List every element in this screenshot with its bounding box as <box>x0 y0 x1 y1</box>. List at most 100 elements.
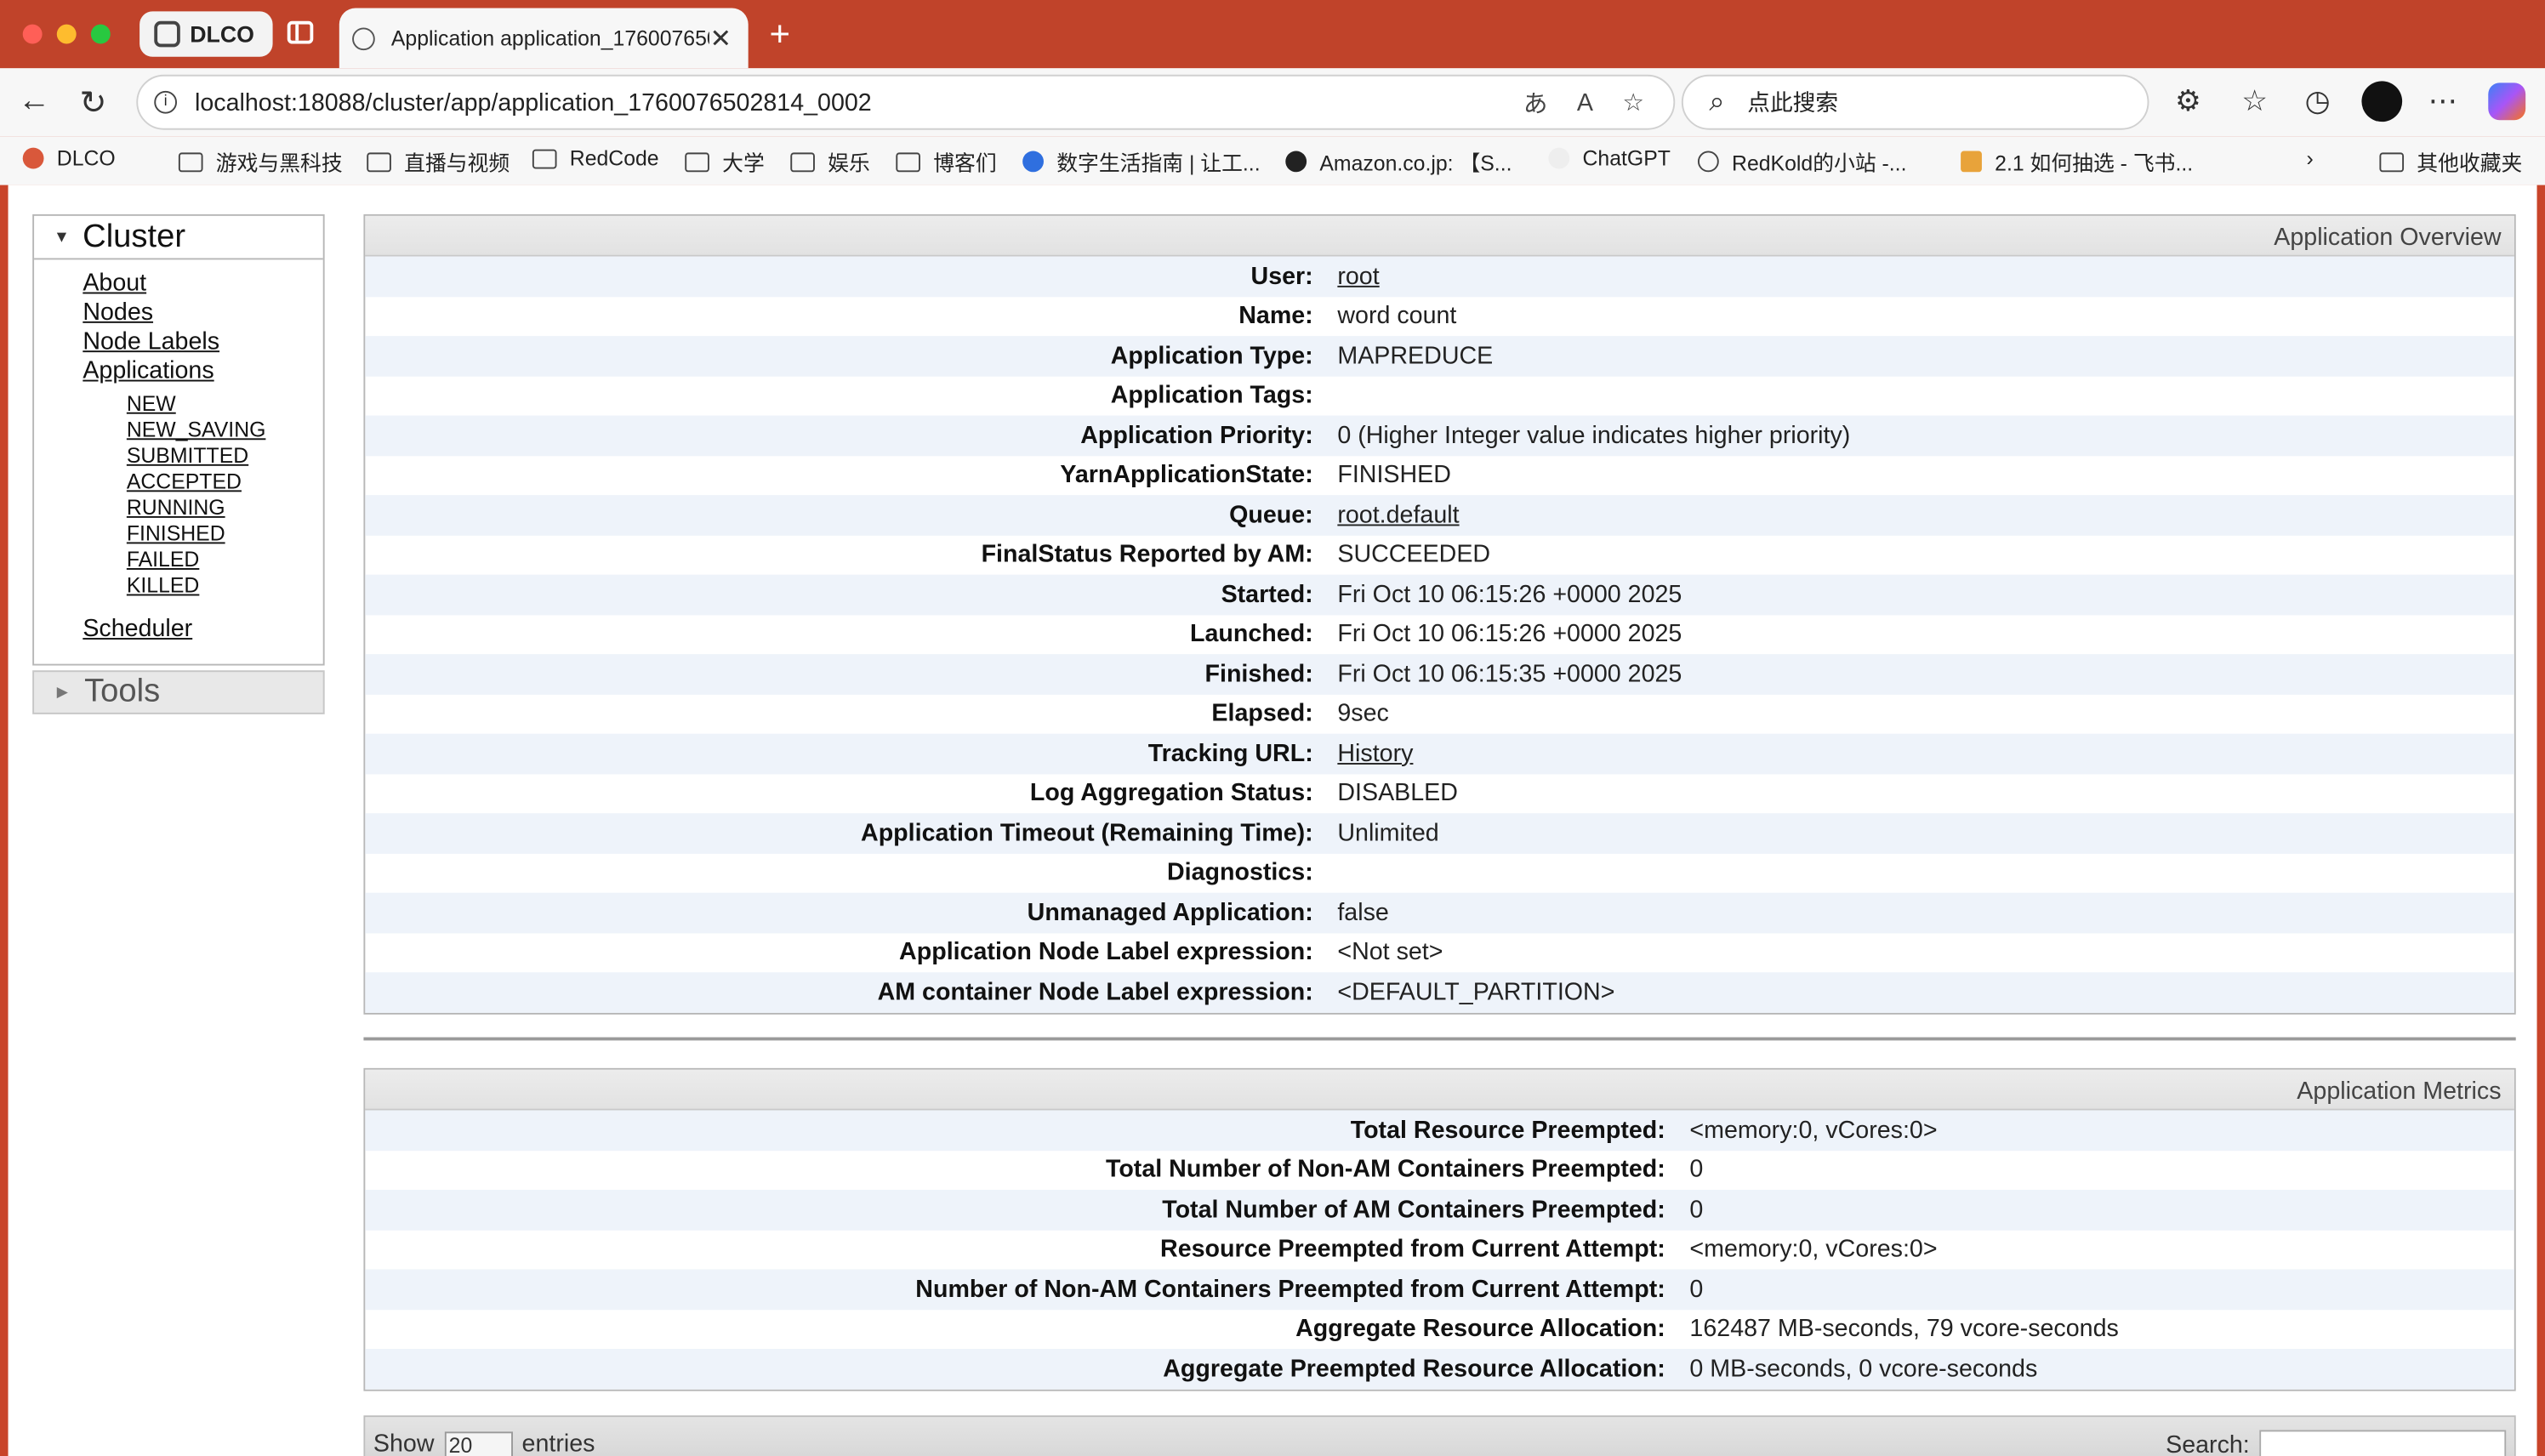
bookmark-folder[interactable]: 娱乐 <box>790 146 870 177</box>
cluster-nav: ▼ Cluster About Nodes Node Labels Applic… <box>32 213 325 666</box>
info-value: <Not set> <box>1337 938 1443 967</box>
copilot-icon[interactable] <box>2488 82 2526 121</box>
vertical-tabs-icon[interactable] <box>287 20 314 44</box>
extensions-icon[interactable]: ⚙ <box>2175 84 2201 118</box>
info-label: Unmanaged Application: <box>1027 898 1313 927</box>
close-tab-icon[interactable]: ✕ <box>709 22 732 54</box>
address-bar[interactable]: i localhost:18088/cluster/app/applicatio… <box>136 74 1676 130</box>
info-value: 162487 MB-seconds, 79 vcore-seconds <box>1689 1315 2119 1343</box>
window-close-button[interactable] <box>22 24 43 44</box>
nav-link-applications[interactable]: Applications <box>83 357 322 386</box>
info-row: Queue: root.default <box>365 495 2514 535</box>
bookmark-dlco[interactable]: DLCO <box>22 146 116 170</box>
globe-icon <box>352 26 375 50</box>
search-placeholder[interactable]: 点此搜索 <box>1747 86 1838 118</box>
window-minimize-button[interactable] <box>56 24 77 44</box>
bookmark-folder[interactable]: 直播与视频 <box>367 146 510 177</box>
folder-icon <box>2379 151 2405 172</box>
browser-toolbar: ← ↻ i localhost:18088/cluster/app/applic… <box>0 68 2545 137</box>
info-label: Resource Preempted from Current Attempt: <box>1160 1235 1665 1264</box>
info-value: 0 <box>1689 1156 1704 1184</box>
info-label: Total Number of Non-AM Containers Preemp… <box>1105 1156 1665 1184</box>
favorite-star-icon[interactable]: ☆ <box>1622 88 1644 117</box>
nav-state-killed[interactable]: KILLED <box>127 573 323 600</box>
bookmark-link[interactable]: RedKold的小站 -... <box>1697 146 1906 177</box>
info-row: Total Number of Non-AM Containers Preemp… <box>365 1150 2514 1190</box>
history-icon[interactable]: ◷ <box>2305 84 2331 118</box>
site-info-icon[interactable]: i <box>154 90 177 114</box>
globe-icon <box>1697 151 1719 173</box>
bookmark-link[interactable]: ChatGPT <box>1548 146 1671 170</box>
table-search-input[interactable] <box>2259 1430 2507 1456</box>
info-value-link[interactable]: History <box>1337 740 1413 767</box>
nav-link-node-labels[interactable]: Node Labels <box>83 328 322 357</box>
info-label: Elapsed: <box>1211 700 1313 728</box>
info-label: Tracking URL: <box>1147 739 1313 768</box>
reload-icon[interactable]: ↻ <box>80 82 107 123</box>
nav-link-nodes[interactable]: Nodes <box>83 299 322 327</box>
info-value: <memory:0, vCores:0> <box>1689 1235 1938 1264</box>
overview-rows: User: root Name: word count Application Type… <box>365 256 2514 1013</box>
show-label: Show <box>373 1430 435 1456</box>
nav-state-new-saving[interactable]: NEW_SAVING <box>127 418 323 444</box>
info-row: Number of Non-AM Containers Preempted fr… <box>365 1269 2514 1310</box>
search-box[interactable]: ⌕ 点此搜索 <box>1681 74 2149 130</box>
nav-state-failed[interactable]: FAILED <box>127 547 323 573</box>
nav-link-scheduler[interactable]: Scheduler <box>83 615 322 644</box>
info-row: Application Timeout (Remaining Time): Unl… <box>365 813 2514 853</box>
info-label: Total Resource Preempted: <box>1350 1116 1665 1145</box>
info-label: Finished: <box>1204 660 1313 688</box>
bookmark-folder[interactable]: RedCode <box>532 146 659 170</box>
info-label: Aggregate Preempted Resource Allocation: <box>1163 1355 1665 1383</box>
new-tab-icon[interactable]: + <box>769 13 790 55</box>
nav-state-finished[interactable]: FINISHED <box>127 521 323 548</box>
bookmark-folder[interactable]: 大学 <box>685 146 765 177</box>
info-row: Application Type: MAPREDUCE <box>365 336 2514 376</box>
favorites-icon[interactable]: ☆ <box>2241 84 2268 118</box>
overview-title: Application Overview <box>365 215 2514 257</box>
info-label: Name: <box>1238 302 1313 330</box>
bookmark-folder-other[interactable]: 其他收藏夹 <box>2379 146 2522 177</box>
info-label: Started: <box>1221 580 1313 609</box>
info-value: Unlimited <box>1337 819 1439 847</box>
read-aloud-icon[interactable]: A <box>1577 88 1593 116</box>
bookmark-link[interactable]: 2.1 如何抽选 - 飞书... <box>1961 146 2193 177</box>
translate-icon[interactable]: あ <box>1523 85 1548 119</box>
info-label: Application Timeout (Remaining Time): <box>861 819 1313 847</box>
bookmark-link[interactable]: Amazon.co.jp: 【S... <box>1285 146 1512 177</box>
bookmark-folder[interactable]: 博客们 <box>896 146 997 177</box>
bookmarks-overflow-chevron-icon[interactable]: › <box>2307 146 2314 171</box>
info-value-link[interactable]: root.default <box>1337 501 1459 528</box>
application-overview-panel: Application Overview User: root Name: word … <box>363 213 2516 1014</box>
profile-icon <box>154 20 180 48</box>
info-value-link[interactable]: root <box>1337 263 1379 290</box>
window-maximize-button[interactable] <box>90 24 111 44</box>
info-label: Total Number of AM Containers Preempted: <box>1162 1196 1665 1224</box>
page-size-select[interactable]: 20 <box>443 1430 513 1456</box>
info-value: Fri Oct 10 06:15:26 +0000 2025 <box>1337 620 1682 649</box>
nav-link-about[interactable]: About <box>83 270 322 299</box>
info-label: Aggregate Resource Allocation: <box>1295 1315 1665 1343</box>
nav-state-submitted[interactable]: SUBMITTED <box>127 443 323 469</box>
info-row: Application Priority: 0 (Higher Integer v… <box>365 415 2514 456</box>
nav-state-accepted[interactable]: ACCEPTED <box>127 469 323 496</box>
cluster-nav-header[interactable]: ▼ Cluster <box>34 216 323 260</box>
window-title-bar: DLCO Application application_17600765028… <box>0 0 2545 69</box>
info-label: YarnApplicationState: <box>1060 461 1313 489</box>
nav-state-new[interactable]: NEW <box>127 391 323 418</box>
info-row: Aggregate Resource Allocation: 162487 MB-… <box>365 1309 2514 1349</box>
url-text[interactable]: localhost:18088/cluster/app/application_… <box>195 88 1523 116</box>
info-value: word count <box>1337 302 1457 330</box>
tools-nav-header[interactable]: ▶ Tools <box>32 670 325 714</box>
more-menu-icon[interactable]: ⋯ <box>2428 84 2457 118</box>
bookmarks-bar: DLCO 游戏与黑科技 直播与视频 RedCode 大学 娱乐 博客们 数字生活… <box>0 136 2545 185</box>
profile-button[interactable]: DLCO <box>139 11 273 57</box>
info-label: Diagnostics: <box>1166 859 1313 887</box>
search-icon: ⌕ <box>1709 86 1725 117</box>
nav-state-running[interactable]: RUNNING <box>127 495 323 521</box>
back-arrow-icon[interactable]: ← <box>18 82 50 120</box>
avatar[interactable] <box>2361 81 2403 122</box>
bookmark-folder[interactable]: 游戏与黑科技 <box>178 146 343 177</box>
bookmark-link[interactable]: 数字生活指南 | 让工... <box>1022 146 1261 177</box>
browser-tab-active[interactable]: Application application_1760076502814_00… <box>339 8 749 69</box>
